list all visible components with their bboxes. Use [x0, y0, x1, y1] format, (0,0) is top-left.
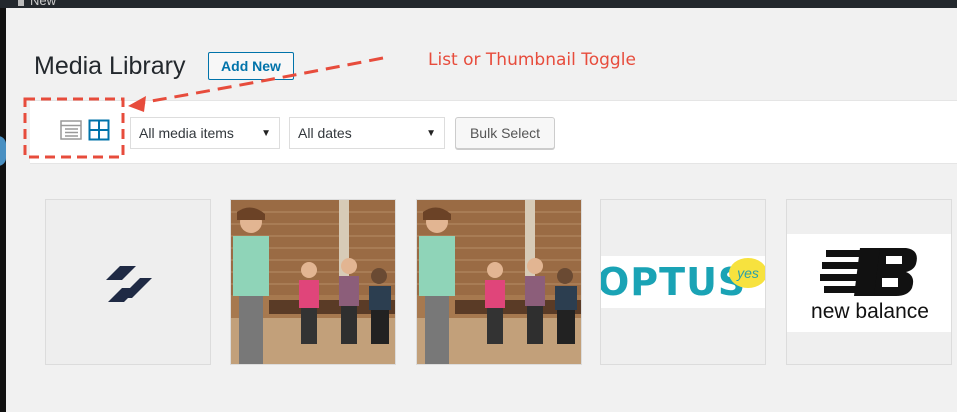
new-balance-logo-text: new balance	[811, 300, 929, 323]
bulk-select-button[interactable]: Bulk Select	[455, 117, 555, 149]
photo-thumbnail	[231, 200, 395, 364]
plus-icon[interactable]	[18, 0, 24, 6]
dropdown-arrow-icon: ▼	[426, 128, 436, 139]
s-logo-icon	[106, 266, 152, 302]
media-item[interactable]: OPTUS yes	[600, 199, 766, 365]
media-item[interactable]: new balance	[786, 199, 952, 365]
date-select[interactable]: All dates ▼	[289, 117, 445, 149]
media-item[interactable]	[416, 199, 582, 365]
media-type-select[interactable]: All media items ▼	[130, 117, 280, 149]
grid-view-icon[interactable]	[88, 119, 110, 141]
media-toolbar: All media items ▼ All dates ▼ Bulk Selec…	[30, 100, 957, 164]
optus-logo-text: OPTUS	[600, 260, 747, 304]
collapse-tab-icon[interactable]	[0, 136, 6, 166]
annotation-label: List or Thumbnail Toggle	[428, 50, 636, 70]
dropdown-arrow-icon: ▼	[261, 128, 271, 139]
optus-yes-badge: yes	[729, 258, 765, 288]
date-selected: All dates	[298, 125, 352, 141]
admin-bar: New	[0, 0, 957, 8]
media-item[interactable]	[230, 199, 396, 365]
new-balance-nb-icon	[820, 248, 917, 296]
photo-thumbnail	[417, 200, 581, 364]
admin-bar-new[interactable]: New	[30, 0, 56, 8]
list-view-icon[interactable]	[60, 119, 82, 141]
page-title: Media Library	[34, 52, 186, 80]
media-type-selected: All media items	[139, 125, 234, 141]
add-new-button[interactable]: Add New	[208, 52, 294, 80]
media-item[interactable]	[45, 199, 211, 365]
